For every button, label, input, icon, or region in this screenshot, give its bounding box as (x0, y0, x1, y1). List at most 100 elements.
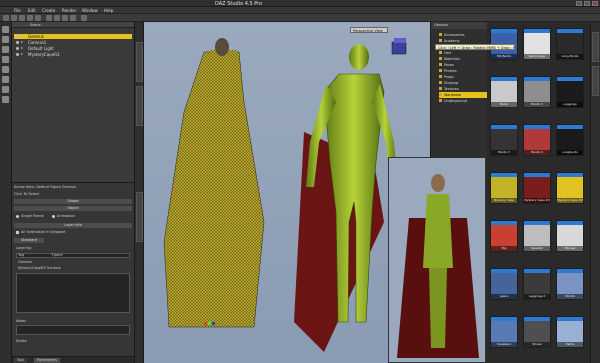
folder-icon (439, 87, 442, 90)
all-selectable-checkbox[interactable] (16, 231, 19, 234)
installed-ribbon (491, 221, 517, 225)
thumbnail-item[interactable]: Blouse (556, 220, 584, 252)
standard-tab[interactable]: Standard (14, 238, 44, 243)
thumbnail-label: Top (491, 246, 517, 251)
scene-row-camera[interactable]: Camera1 (14, 40, 132, 45)
thumbnail-label: Mystery Cape (491, 198, 517, 203)
minimize-button[interactable] (576, 1, 582, 6)
thumbnail-item[interactable]: Longboots (556, 124, 584, 156)
vertical-tab-smart-content[interactable] (592, 32, 599, 62)
thumbnail-item[interactable]: Shoes (523, 316, 551, 348)
thumbnail-item[interactable]: Sweater (523, 220, 551, 252)
thumbnail-label: Boots 3 (491, 150, 517, 155)
camera-icon[interactable] (2, 46, 9, 53)
animation-radio[interactable] (52, 215, 55, 218)
scene-tab-icon[interactable] (2, 26, 9, 33)
select-tool-icon[interactable] (46, 15, 52, 21)
maximize-button[interactable] (584, 1, 590, 6)
thumbnail-item[interactable]: Mystery Cape R3 (523, 172, 551, 204)
shape-band[interactable]: Shape (14, 199, 132, 204)
installed-ribbon (557, 269, 583, 273)
scene-row-cape[interactable]: MysteryCapeR3 (14, 52, 132, 57)
expand-icon[interactable] (21, 35, 23, 37)
thumbnail-item[interactable]: Boots (490, 76, 518, 108)
folder-icon (439, 33, 442, 36)
expand-icon[interactable] (21, 47, 23, 49)
menu-render[interactable]: Render (62, 8, 76, 13)
thumbnail-label: Pants (557, 342, 583, 347)
undo-icon[interactable] (27, 15, 33, 21)
folder-underground[interactable]: Underground (439, 98, 489, 104)
layer-list[interactable] (16, 273, 130, 313)
tab-tool[interactable]: Tool (14, 358, 27, 363)
library-header[interactable]: Genesis (431, 22, 491, 29)
move-tool-icon[interactable] (54, 15, 60, 21)
eye-icon[interactable] (16, 35, 19, 38)
genesis-row[interactable]: Genesis (18, 260, 32, 264)
figure-icon[interactable] (2, 66, 9, 73)
vertical-tab-content-library[interactable] (592, 66, 599, 96)
vertical-tab-shaping[interactable] (136, 86, 143, 126)
object-band[interactable]: Object (14, 206, 132, 211)
eye-icon[interactable] (16, 41, 19, 44)
light-icon[interactable] (2, 56, 9, 63)
thumbnail-item[interactable]: Leggings 2 (523, 268, 551, 300)
3d-viewport[interactable]: Perspective View (144, 22, 486, 363)
prop-icon[interactable] (2, 76, 9, 83)
thumbnail-item[interactable]: Shorts (556, 268, 584, 300)
expand-icon[interactable] (21, 53, 23, 55)
installed-ribbon (557, 317, 583, 321)
thumbnail-item[interactable]: Top (490, 220, 518, 252)
thumbnail-item[interactable]: Jeans (490, 268, 518, 300)
save-icon[interactable] (19, 15, 25, 21)
layer-info-band[interactable]: Layer Info (14, 223, 132, 228)
render-icon[interactable] (81, 15, 87, 21)
redo-icon[interactable] (35, 15, 41, 21)
thumbnail-item[interactable]: Jeans Legs (523, 28, 551, 60)
thumbnail-item[interactable]: Mystery Cape R3 (556, 172, 584, 204)
close-button[interactable] (592, 1, 598, 6)
scale-tool-icon[interactable] (70, 15, 76, 21)
morph-icon[interactable] (2, 96, 9, 103)
active-item-label: Active Item: Default Figure Genesis (14, 185, 76, 189)
installed-ribbon (524, 29, 550, 33)
thumbnail-label: M4 Boots (491, 54, 517, 59)
menu-file[interactable]: File (14, 8, 21, 13)
notes-label: Notes (16, 319, 27, 323)
menu-create[interactable]: Create (42, 8, 55, 13)
vertical-tab-posing[interactable] (136, 192, 143, 242)
single-frame-radio[interactable] (16, 215, 19, 218)
thumbnail-item[interactable]: Leggings (556, 76, 584, 108)
menu-edit[interactable]: Edit (28, 8, 36, 13)
scene-row-light[interactable]: Default Light (14, 46, 132, 51)
node-tab-icon[interactable] (2, 36, 9, 43)
notes-field[interactable] (16, 325, 130, 335)
thumbnail-item[interactable]: Pants (556, 316, 584, 348)
expand-icon[interactable] (21, 41, 23, 43)
tag-row-field[interactable] (16, 253, 130, 258)
thumbnail-item[interactable]: Long Boots (556, 28, 584, 60)
eye-icon[interactable] (16, 53, 19, 56)
new-icon[interactable] (3, 15, 9, 21)
rotate-tool-icon[interactable] (62, 15, 68, 21)
green-figure (294, 44, 398, 352)
open-icon[interactable] (11, 15, 17, 21)
thumbnail-item[interactable]: Sneakers (490, 316, 518, 348)
thumbnail-item[interactable]: Mystery Cape (490, 172, 518, 204)
parameters-pane: Active Item: Default Figure Genesis Clic… (12, 182, 134, 363)
menu-help[interactable]: Help (104, 8, 113, 13)
cape-row[interactable]: MysteryCapeR3 Genesis (18, 266, 61, 270)
aux-viewport[interactable] (388, 157, 486, 363)
thumbnail-label: Shorts (557, 294, 583, 299)
thumbnail-item[interactable]: Boots 2 (523, 76, 551, 108)
vertical-tab-surfaces[interactable] (136, 42, 143, 82)
eye-icon[interactable] (16, 47, 19, 50)
scene-row-genesis[interactable]: Genesis (14, 34, 132, 39)
menu-window[interactable]: Window (82, 8, 98, 13)
thumbnail-item[interactable]: Boots 4 (523, 124, 551, 156)
camera-selector[interactable]: Perspective View (350, 27, 388, 33)
bone-icon[interactable] (2, 86, 9, 93)
tab-parameters[interactable]: Parameters (34, 358, 61, 363)
scene-tab-label[interactable]: Scene (30, 23, 41, 27)
thumbnail-item[interactable]: Boots 3 (490, 124, 518, 156)
